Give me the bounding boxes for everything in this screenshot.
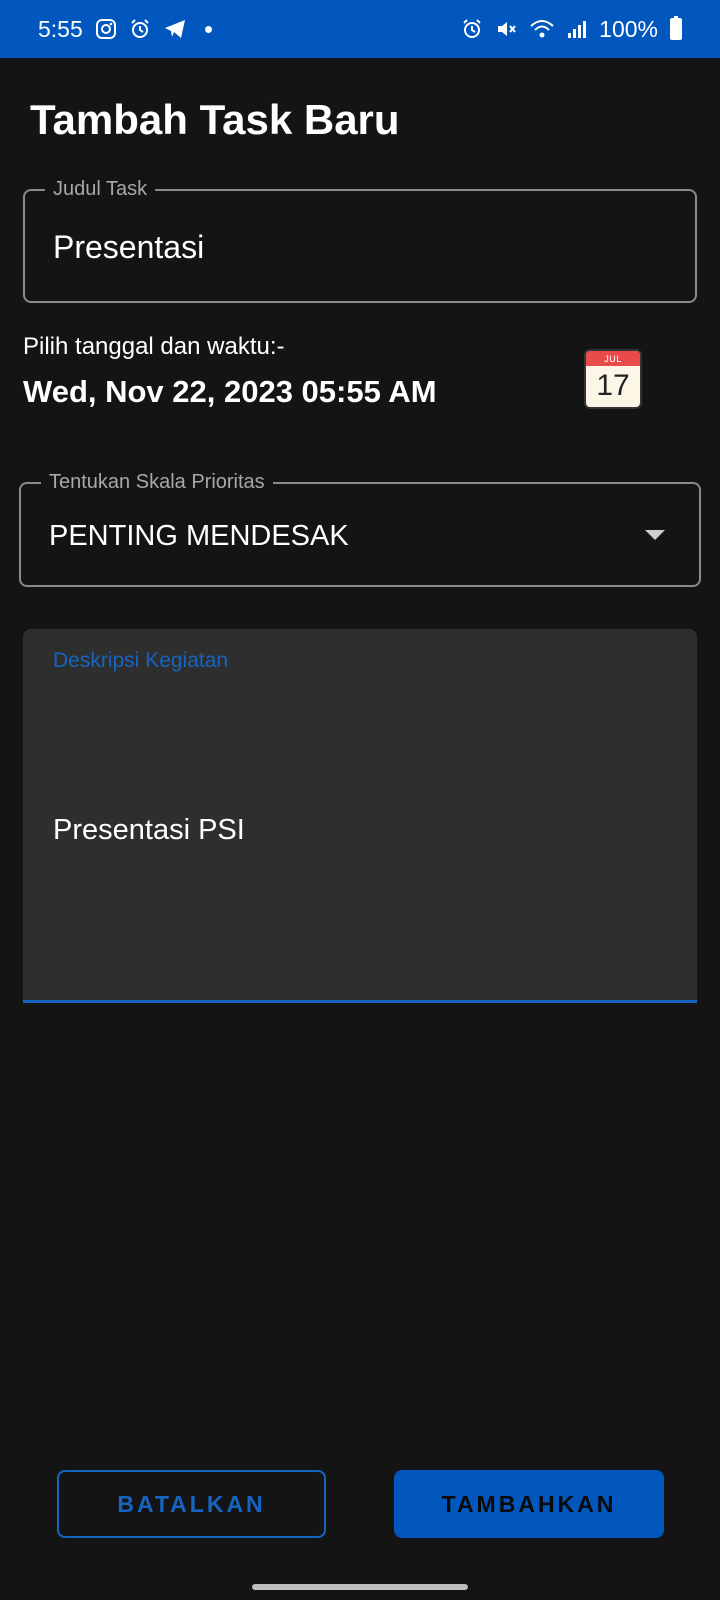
alarm-icon bbox=[461, 18, 483, 40]
dropdown-arrow-icon bbox=[645, 530, 665, 540]
cancel-button[interactable]: BATALKAN bbox=[57, 1470, 326, 1538]
datetime-value: Wed, Nov 22, 2023 05:55 AM bbox=[23, 374, 437, 409]
priority-selected-value: PENTING MENDESAK bbox=[49, 520, 349, 552]
priority-dropdown[interactable]: Tentukan Skala Prioritas PENTING MENDESA… bbox=[19, 470, 701, 587]
description-input[interactable]: Presentasi PSI bbox=[53, 814, 245, 847]
alarm-icon bbox=[129, 18, 151, 40]
calendar-month: JUL bbox=[586, 351, 640, 366]
status-left: 5:55 bbox=[38, 16, 212, 43]
calendar-day: 17 bbox=[596, 369, 630, 402]
priority-label: Tentukan Skala Prioritas bbox=[41, 470, 273, 494]
task-title-field[interactable]: Judul Task Presentasi bbox=[23, 177, 697, 303]
home-indicator[interactable] bbox=[252, 1584, 468, 1590]
datetime-prompt: Pilih tanggal dan waktu:- bbox=[23, 333, 285, 360]
battery-percent: 100% bbox=[599, 15, 658, 42]
signal-icon bbox=[567, 19, 587, 39]
wifi-icon bbox=[529, 18, 555, 40]
page-title: Tambah Task Baru bbox=[30, 96, 400, 143]
notification-dot-icon bbox=[204, 25, 212, 33]
mute-icon bbox=[495, 18, 517, 40]
status-bar: 5:55 100% bbox=[0, 0, 720, 58]
status-right: 100% bbox=[461, 16, 682, 43]
instagram-icon bbox=[95, 18, 117, 40]
battery-icon bbox=[670, 16, 682, 40]
telegram-icon bbox=[163, 18, 187, 40]
calendar-icon[interactable]: JUL 17 bbox=[584, 349, 642, 409]
description-label: Deskripsi Kegiatan bbox=[53, 649, 229, 672]
description-field[interactable]: Deskripsi Kegiatan Presentasi PSI bbox=[23, 629, 697, 1003]
add-button[interactable]: TAMBAHKAN bbox=[394, 1470, 664, 1538]
task-title-input[interactable]: Presentasi bbox=[53, 229, 204, 266]
status-time: 5:55 bbox=[38, 15, 83, 42]
task-title-label: Judul Task bbox=[45, 177, 156, 201]
